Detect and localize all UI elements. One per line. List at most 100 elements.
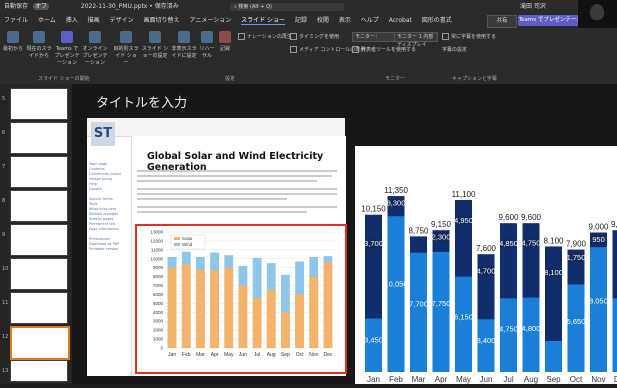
x-tick-label: Nov xyxy=(591,375,605,384)
solar-wind-chart-frame[interactable]: 0100020003000400050006000700080009000100… xyxy=(135,224,347,374)
inner-value-label: 8,300 xyxy=(387,198,406,207)
slide-number: 10 xyxy=(2,266,8,272)
checkbox-icon xyxy=(352,46,359,53)
record-button[interactable]: 記録 xyxy=(218,31,232,52)
hide-slide-icon xyxy=(178,31,190,43)
monitor-dropdown[interactable]: モニター 1 内部ディスプレイ xyxy=(394,32,438,42)
always-subtitles-checkbox[interactable]: 常に字幕を使用する xyxy=(442,33,496,40)
slide-thumbnail[interactable] xyxy=(10,258,68,290)
search-icon: ⌕ xyxy=(234,4,237,10)
menu-file[interactable]: ファイル xyxy=(4,17,28,24)
menu-insert[interactable]: 挿入 xyxy=(66,17,78,24)
series2-bar xyxy=(410,253,427,372)
top-value-label: 7,600 xyxy=(476,244,497,253)
menu-animations[interactable]: アニメーション xyxy=(189,17,231,24)
slide-thumbnail[interactable] xyxy=(10,360,68,382)
menu-transitions[interactable]: 画面切り替え xyxy=(144,17,180,24)
slide-thumbnail-selected[interactable] xyxy=(10,326,70,360)
menu-view[interactable]: 表示 xyxy=(339,17,351,24)
autosave-toggle[interactable]: オフ xyxy=(33,3,49,10)
top-value-label: 11,100 xyxy=(452,190,476,199)
doc-sidebar-link[interactable]: Printable version xyxy=(89,247,129,252)
slide-thumbnail[interactable] xyxy=(10,224,68,256)
series2-bar xyxy=(455,277,472,372)
setup-show-button[interactable]: スライド ショーの設定 xyxy=(141,31,169,59)
slide-thumbnail-panel[interactable]: 5 6 7 8 9 10 11 12 13 xyxy=(0,84,72,384)
person-silhouette xyxy=(590,4,604,20)
filename: 2022-11-30_PMU.pptx • 保存済み xyxy=(81,3,179,10)
ribbon: 最初から 現在のスライドから Teams でプレゼンテーション オンライン プレ… xyxy=(0,28,617,85)
lower-value-label: 3,400 xyxy=(477,336,496,345)
slide-thumbnail[interactable] xyxy=(10,190,68,222)
y-tick-label: 1000 xyxy=(153,337,164,342)
slide-thumbnail[interactable] xyxy=(10,156,68,188)
menu-acrobat[interactable]: Acrobat xyxy=(389,17,412,24)
share-button[interactable]: 共有 xyxy=(487,15,517,28)
user-name[interactable]: 滝田 司沢 xyxy=(520,0,546,14)
menu-draw[interactable]: 描画 xyxy=(88,17,100,24)
chk-label: 字幕の設定 xyxy=(442,47,467,53)
chk-label: ナレーションの再生 xyxy=(247,34,292,40)
monitor-dropdown-label[interactable]: モニター： xyxy=(352,32,396,42)
lower-value-label: 10,050 xyxy=(385,279,408,288)
slide-number: 5 xyxy=(2,96,5,102)
presenter-view-checkbox[interactable]: 発表者ツールを使用する xyxy=(352,46,416,53)
solar-bar xyxy=(239,286,248,348)
top-value-label: 9,150 xyxy=(431,220,452,229)
doc-logo: ST xyxy=(91,122,115,146)
x-tick-label: Mar xyxy=(196,352,205,358)
slide-number: 11 xyxy=(2,300,8,306)
narration-checkbox[interactable]: ナレーションの再生 xyxy=(238,33,292,40)
menu-home[interactable]: ホーム xyxy=(38,17,56,24)
teams-icon xyxy=(61,31,73,43)
search-box[interactable]: ⌕ 検索 (Alt + Q) xyxy=(230,3,344,11)
menu-help[interactable]: ヘルプ xyxy=(361,17,379,24)
inner-value-label: 3,700 xyxy=(364,239,383,248)
from-current-button[interactable]: 現在のスライドから xyxy=(26,31,52,59)
menu-shape-format[interactable]: 図形の書式 xyxy=(422,17,452,24)
lower-value-label: 7,750 xyxy=(432,299,451,308)
btn-label: オンライン プレゼンテーション xyxy=(82,46,107,66)
inner-value-label: 4,850 xyxy=(499,239,518,248)
series2-bar xyxy=(613,298,617,372)
solar-bar xyxy=(309,277,318,348)
top-value-label: 9,150 xyxy=(611,220,617,229)
teams-present-ribbon-button[interactable]: Teams でプレゼンテーション xyxy=(54,31,80,66)
top-value-label: 9,600 xyxy=(521,213,542,222)
y-tick-label: 6000 xyxy=(153,292,164,297)
online-present-button[interactable]: オンライン プレゼンテーション xyxy=(82,31,108,66)
solar-bar xyxy=(196,269,205,348)
checkbox-icon xyxy=(238,33,245,40)
lower-value-label: 7,700 xyxy=(409,299,428,308)
x-tick-label: Jun xyxy=(480,375,493,384)
rehearse-button[interactable]: リハーサル xyxy=(199,31,215,59)
series2-bar xyxy=(500,298,517,372)
timing-checkbox[interactable]: タイミングを使用 xyxy=(290,33,339,40)
doc-text-line xyxy=(137,198,287,200)
autosave-label: 自動保存 xyxy=(4,3,28,10)
menu-slideshow[interactable]: スライド ショー xyxy=(241,17,285,25)
series2-bar xyxy=(433,252,450,372)
menu-design[interactable]: デザイン xyxy=(110,17,134,24)
series-chart-svg: 10,1503,7003,450Jan11,3508,30010,050Feb8… xyxy=(355,146,617,384)
menu-review[interactable]: 校閲 xyxy=(317,17,329,24)
series2-bar xyxy=(590,247,607,372)
x-tick-label: Feb xyxy=(182,352,191,358)
lower-value-label: 5,650 xyxy=(567,317,586,326)
slide-thumbnail[interactable] xyxy=(10,122,68,154)
menu-record[interactable]: 記録 xyxy=(295,17,307,24)
hide-slide-button[interactable]: 非表示スライドに設定 xyxy=(171,31,197,59)
slide-thumbnail[interactable] xyxy=(10,292,68,324)
subtitle-settings-button[interactable]: 字幕の設定 xyxy=(442,46,467,53)
inner-value-label: 2,300 xyxy=(432,232,451,241)
y-tick-label: 8000 xyxy=(153,274,164,279)
from-beginning-button[interactable]: 最初から xyxy=(2,31,24,52)
slide-thumbnail[interactable] xyxy=(10,88,68,120)
chk-label: 発表者ツールを使用する xyxy=(361,47,416,53)
series2-bar xyxy=(568,284,585,372)
rehearse-icon xyxy=(201,31,213,43)
series-chart[interactable]: 10,1503,7003,450Jan11,3508,30010,050Feb8… xyxy=(355,146,617,384)
custom-show-button[interactable]: 目的別スライド ショー xyxy=(113,31,139,66)
slide-number: 6 xyxy=(2,130,5,136)
slide-title[interactable]: タイトルを入力 xyxy=(96,92,187,111)
